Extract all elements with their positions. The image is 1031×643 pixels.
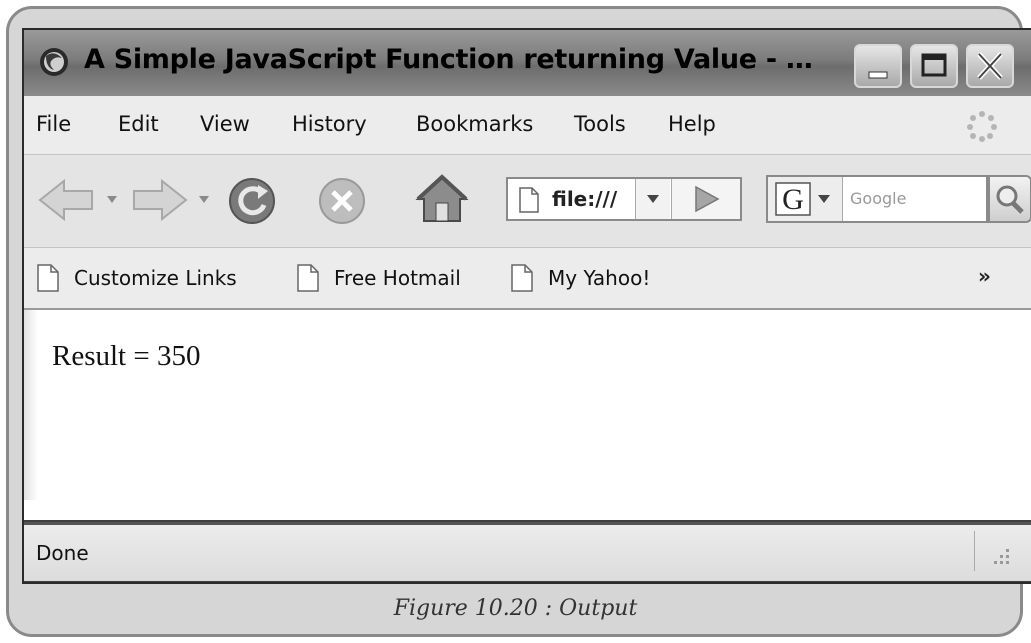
- close-icon: [977, 52, 1003, 80]
- search-box[interactable]: G Google: [766, 175, 988, 223]
- navigation-toolbar: file:/// G Google: [24, 155, 1031, 248]
- bookmarks-overflow-button[interactable]: »: [978, 264, 991, 288]
- bookmark-label: Free Hotmail: [334, 266, 461, 290]
- window-title: A Simple JavaScript Function returning V…: [84, 44, 813, 75]
- minimize-button[interactable]: [854, 44, 902, 88]
- page-content: Result = 350: [24, 310, 1031, 520]
- status-divider: [974, 531, 975, 571]
- search-placeholder[interactable]: Google: [850, 189, 906, 208]
- bookmark-label: Customize Links: [74, 266, 237, 290]
- menu-help[interactable]: Help: [668, 112, 716, 136]
- maximize-button[interactable]: [910, 44, 958, 88]
- bookmark-customize-links[interactable]: Customize Links: [36, 262, 286, 294]
- menu-edit[interactable]: Edit: [118, 112, 159, 136]
- menu-file[interactable]: File: [36, 112, 71, 136]
- page-document-icon: [519, 187, 539, 213]
- menu-view[interactable]: View: [200, 112, 250, 136]
- back-arrow-icon[interactable]: [36, 177, 98, 223]
- dropdown-arrow-icon: [647, 195, 659, 203]
- back-history-dropdown-icon[interactable]: [106, 195, 118, 205]
- menu-bar: File Edit View History Bookmarks Tools H…: [24, 96, 1031, 155]
- content-edge-shadow: [24, 310, 38, 500]
- status-bar: Done: [24, 522, 1031, 581]
- home-icon[interactable]: [414, 171, 470, 227]
- bookmark-free-hotmail[interactable]: Free Hotmail: [296, 262, 496, 294]
- browser-window: A Simple JavaScript Function returning V…: [22, 28, 1031, 584]
- figure-caption: Figure 10.20 : Output: [393, 596, 638, 621]
- bookmark-my-yahoo[interactable]: My Yahoo!: [510, 262, 670, 294]
- maximize-icon: [921, 53, 947, 77]
- go-button[interactable]: [671, 179, 740, 219]
- status-text: Done: [36, 541, 89, 565]
- search-button[interactable]: [988, 175, 1031, 223]
- address-bar[interactable]: file:///: [506, 177, 742, 221]
- stop-icon[interactable]: [316, 175, 368, 227]
- svg-text:G: G: [782, 183, 804, 216]
- forward-arrow-icon[interactable]: [128, 177, 190, 223]
- google-g-icon: G: [775, 182, 830, 216]
- go-arrow-icon: [695, 185, 720, 213]
- address-text[interactable]: file:///: [552, 187, 617, 211]
- title-bar[interactable]: A Simple JavaScript Function returning V…: [24, 30, 1031, 97]
- menu-bookmarks[interactable]: Bookmarks: [416, 112, 533, 136]
- address-dropdown-button[interactable]: [635, 179, 670, 219]
- bookmark-page-icon: [297, 264, 319, 292]
- bookmark-label: My Yahoo!: [548, 266, 651, 290]
- close-button[interactable]: [966, 44, 1014, 88]
- bookmark-page-icon: [37, 264, 59, 292]
- throbber-icon: [967, 111, 997, 142]
- forward-history-dropdown-icon[interactable]: [198, 195, 210, 205]
- bookmarks-toolbar: Customize Links Free Hotmail My Yahoo! »: [24, 248, 1031, 310]
- reload-icon[interactable]: [224, 173, 280, 227]
- magnifier-icon: [996, 185, 1024, 214]
- bookmark-page-icon: [511, 264, 533, 292]
- menu-history[interactable]: History: [292, 112, 367, 136]
- firefox-icon: [40, 48, 68, 76]
- result-text: Result = 350: [52, 340, 201, 372]
- minimize-icon: [868, 71, 888, 79]
- menu-tools[interactable]: Tools: [574, 112, 626, 136]
- search-engine-selector[interactable]: G: [768, 177, 843, 221]
- resize-grip-icon[interactable]: [986, 545, 1012, 571]
